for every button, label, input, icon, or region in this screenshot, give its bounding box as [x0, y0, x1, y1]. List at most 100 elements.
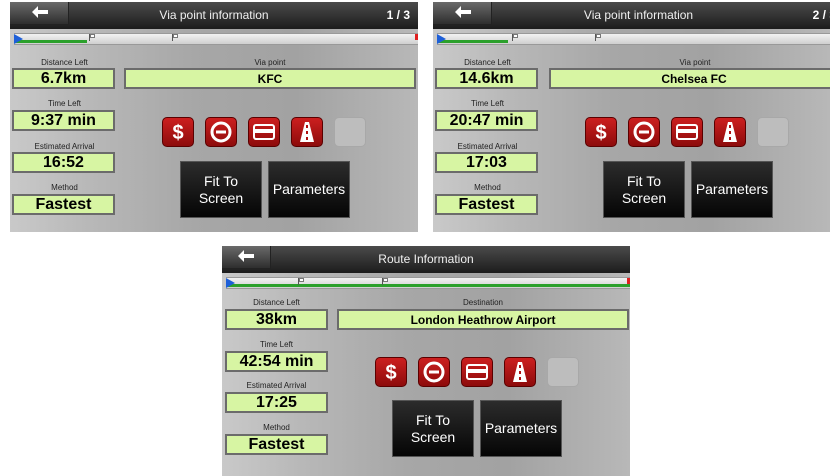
no-entry-icon	[210, 121, 232, 143]
avoid-restricted-button[interactable]	[628, 117, 660, 147]
svg-text:$: $	[172, 122, 183, 143]
parameters-button[interactable]: Parameters	[691, 161, 773, 218]
time-left-value: 42:54 min	[225, 351, 328, 372]
estimated-arrival-label: Estimated Arrival	[34, 142, 95, 151]
avoid-highways-button[interactable]	[714, 117, 746, 147]
progress-fill	[437, 40, 508, 43]
via-point-value: KFC	[124, 68, 416, 89]
start-marker-icon	[226, 278, 235, 288]
avoid-toll-roads-button[interactable]: $	[375, 357, 407, 387]
fit-to-screen-button[interactable]: Fit To Screen	[392, 400, 474, 457]
page-title: Route Information	[378, 252, 474, 266]
via-flag-icon	[595, 34, 602, 41]
fit-label-line1: Fit To	[627, 172, 661, 189]
card-icon	[676, 124, 698, 140]
time-left-label: Time Left	[47, 99, 82, 108]
via-flag-icon	[298, 278, 305, 285]
disabled-option-button	[757, 117, 789, 147]
highway-icon	[723, 122, 737, 142]
via-point-label: Via point	[679, 58, 711, 67]
no-entry-icon	[423, 361, 445, 383]
estimated-arrival-value: 17:25	[225, 392, 328, 413]
progress-fill	[226, 284, 630, 287]
fit-label-line2: Screen	[198, 189, 244, 206]
via-point-counter: 2 / 3	[812, 8, 830, 22]
page-title: Via point information	[583, 8, 694, 22]
distance-left-value: 38km	[225, 309, 328, 330]
parameters-button[interactable]: Parameters	[480, 400, 562, 457]
time-left-value: 20:47 min	[435, 110, 538, 131]
dollar-icon: $	[595, 122, 606, 143]
time-left-label: Time Left	[259, 340, 294, 349]
avoid-permit-roads-button[interactable]	[248, 117, 280, 147]
no-entry-icon	[633, 121, 655, 143]
start-marker-icon	[437, 34, 446, 44]
via-point-counter: 1 / 3	[386, 8, 410, 22]
estimated-arrival-value: 17:03	[435, 152, 538, 173]
method-label: Method	[474, 183, 501, 192]
via-point-panel-1: Via point information 1 / 3 Distance Lef…	[10, 2, 418, 232]
via-flag-icon	[89, 34, 96, 41]
progress-fill	[14, 40, 87, 43]
method-value: Fastest	[12, 194, 115, 215]
fit-to-screen-label: Fit To Screen	[622, 173, 666, 207]
estimated-arrival-label: Estimated Arrival	[246, 381, 307, 390]
fit-to-screen-button[interactable]: Fit To Screen	[180, 161, 262, 218]
parameters-button[interactable]: Parameters	[268, 161, 350, 218]
start-marker-icon	[14, 34, 23, 44]
avoid-highways-button[interactable]	[504, 357, 536, 387]
avoid-permit-roads-button[interactable]	[671, 117, 703, 147]
avoid-highways-button[interactable]	[291, 117, 323, 147]
distance-left-label: Distance Left	[41, 58, 88, 67]
title-bar: Route Information	[222, 246, 630, 273]
via-flag-icon	[512, 34, 519, 41]
title-bar: Via point information 2 / 3	[433, 2, 830, 29]
destination-value: London Heathrow Airport	[337, 309, 629, 330]
estimated-arrival-value: 16:52	[12, 152, 115, 173]
via-flag-icon	[382, 278, 389, 285]
fit-to-screen-button[interactable]: Fit To Screen	[603, 161, 685, 218]
distance-left-label: Distance Left	[464, 58, 511, 67]
svg-text:$: $	[595, 122, 606, 143]
method-label: Method	[51, 183, 78, 192]
avoid-restricted-button[interactable]	[418, 357, 450, 387]
distance-left-value: 14.6km	[435, 68, 538, 89]
title-bar: Via point information 1 / 3	[10, 2, 418, 29]
avoid-toll-roads-button[interactable]: $	[162, 117, 194, 147]
estimated-arrival-label: Estimated Arrival	[457, 142, 518, 151]
card-icon	[253, 124, 275, 140]
distance-left-value: 6.7km	[12, 68, 115, 89]
via-point-value: Chelsea FC	[549, 68, 830, 89]
svg-text:$: $	[385, 362, 396, 383]
fit-label-line1: Fit To	[416, 411, 450, 428]
disabled-option-button	[547, 357, 579, 387]
disabled-option-button	[334, 117, 366, 147]
route-progress-bar	[437, 33, 830, 45]
method-value: Fastest	[225, 434, 328, 455]
via-point-label: Via point	[254, 58, 286, 67]
avoid-restricted-button[interactable]	[205, 117, 237, 147]
fit-label-line1: Fit To	[204, 172, 238, 189]
method-value: Fastest	[435, 194, 538, 215]
highway-icon	[300, 122, 314, 142]
distance-left-label: Distance Left	[253, 298, 300, 307]
fit-label-line2: Screen	[410, 428, 456, 445]
destination-label: Destination	[462, 298, 504, 307]
route-progress-bar	[14, 33, 418, 45]
fit-to-screen-label: Fit To Screen	[411, 412, 455, 446]
via-flag-icon	[172, 34, 179, 41]
highway-icon	[513, 362, 527, 382]
card-icon	[466, 364, 488, 380]
time-left-value: 9:37 min	[12, 110, 115, 131]
via-point-panel-2: Via point information 2 / 3 Distance Lef…	[433, 2, 830, 232]
avoid-permit-roads-button[interactable]	[461, 357, 493, 387]
fit-to-screen-label: Fit To Screen	[199, 173, 243, 207]
method-label: Method	[263, 423, 290, 432]
page-title: Via point information	[159, 8, 269, 22]
route-progress-bar	[226, 277, 630, 289]
time-left-label: Time Left	[470, 99, 505, 108]
dollar-icon: $	[385, 362, 396, 383]
fit-label-line2: Screen	[621, 189, 667, 206]
avoid-toll-roads-button[interactable]: $	[585, 117, 617, 147]
destination-marker-icon	[627, 278, 630, 284]
